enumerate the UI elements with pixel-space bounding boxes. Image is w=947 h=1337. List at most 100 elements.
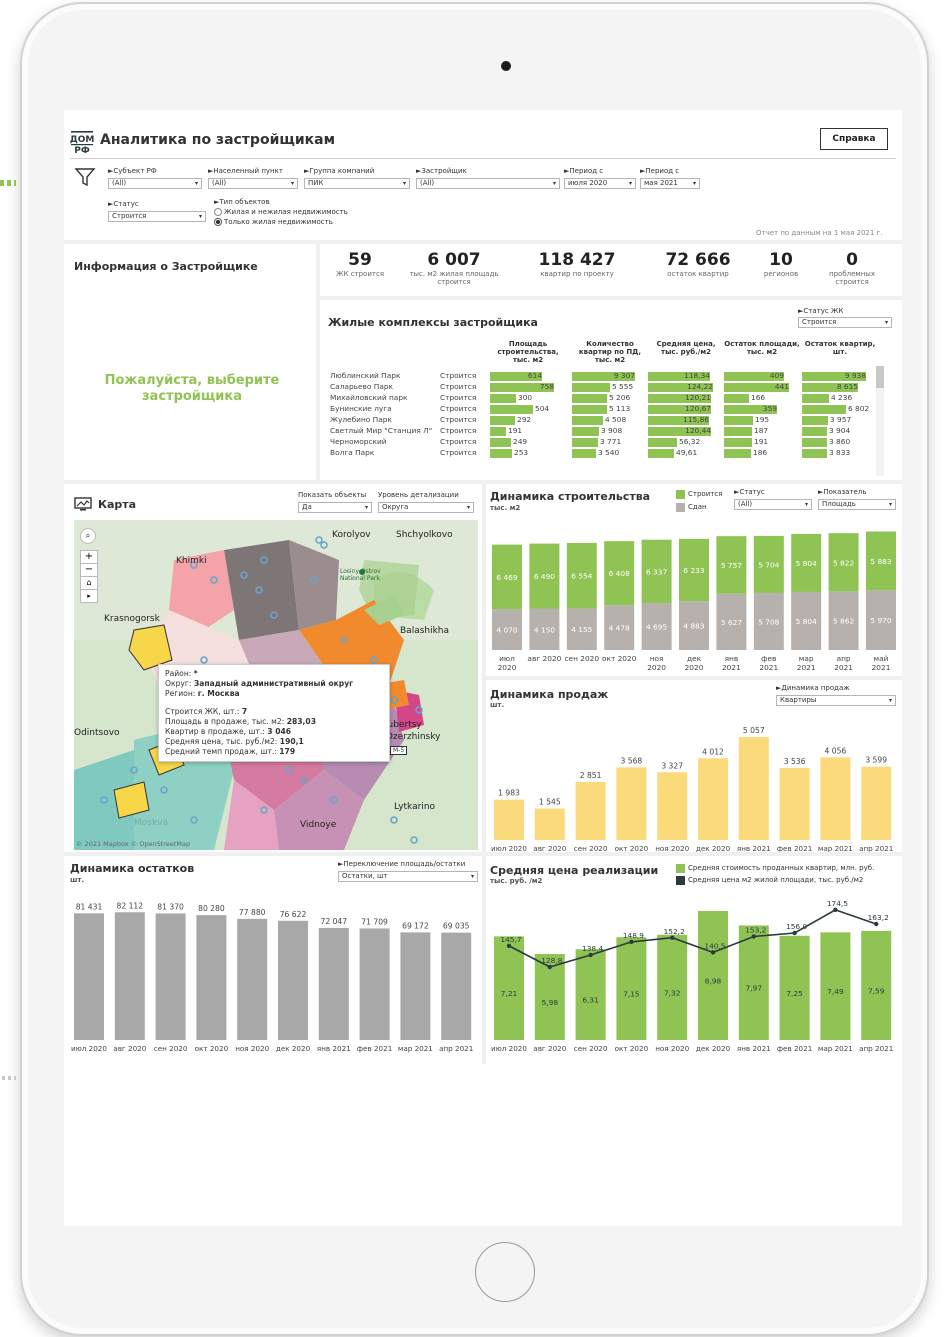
table-row[interactable]: Жулебино Парк Строится 292 4 508 115,86 195 3 … xyxy=(330,415,876,426)
tooltip-line-label: Площадь в продаже, тыс. м2: xyxy=(165,717,287,726)
filter-developer-dropdown[interactable]: (All) ▾ xyxy=(416,178,560,189)
avg-price-title: Средняя цена реализации xyxy=(490,864,659,877)
filter-period-to-dropdown[interactable]: мая 2021 ▾ xyxy=(640,178,700,189)
x-tick-label: дек 2020 xyxy=(276,1044,311,1053)
map-search-icon[interactable]: ⌕ xyxy=(80,528,96,544)
data-label: 82 112 xyxy=(117,901,144,910)
data-label: 292 xyxy=(517,415,532,424)
filter-period-to-label: ►Период с xyxy=(640,167,680,175)
data-label: 249 xyxy=(513,437,528,446)
bar xyxy=(738,925,769,1040)
remains-chart: 81 431 июл 2020 82 112 авг 2020 81 370 сен 20… xyxy=(71,901,473,1053)
data-bar xyxy=(490,438,511,447)
complex-status: Строится xyxy=(440,382,477,391)
filter-city-dropdown[interactable]: (All) ▾ xyxy=(208,178,298,189)
filter-subject-dropdown[interactable]: (All) ▾ xyxy=(108,178,202,189)
table-row[interactable]: Светлый Мир "Станция Л" Строится 191 3 908 1… xyxy=(330,426,876,437)
bar xyxy=(738,737,769,840)
remains-filter-dropdown[interactable]: Остатки, шт ▾ xyxy=(338,871,478,882)
sales-filter-dropdown[interactable]: Квартиры ▾ xyxy=(776,695,896,706)
filter-period-from-dropdown[interactable]: июля 2020 ▾ xyxy=(564,178,636,189)
data-label: 5 555 xyxy=(612,382,634,391)
radio-residential-mixed[interactable]: Жилая и нежилая недвижимость xyxy=(214,208,348,216)
data-label: 7,32 xyxy=(664,988,680,997)
tooltip-line-value: 283,03 xyxy=(286,717,316,726)
data-label: 71 709 xyxy=(361,917,388,926)
data-label: 72 047 xyxy=(321,917,348,926)
map-place-label: Korolyov xyxy=(332,530,371,540)
kpi-label: остаток квартир xyxy=(667,270,729,278)
legend-item-m2-price: Средняя цена м2 жилой площади, тыс. руб.… xyxy=(676,874,874,886)
map-zoom-in-button[interactable]: + xyxy=(80,550,98,564)
data-label: 4 012 xyxy=(702,747,724,756)
radio-residential-only[interactable]: Только жилая недвижимость xyxy=(214,218,333,226)
data-label: 3 860 xyxy=(829,437,851,446)
data-label: 5 113 xyxy=(609,404,631,413)
table-row[interactable]: Люблинский Парк Строится 614 9 307 118,34 409… xyxy=(330,371,876,382)
complex-status: Строится xyxy=(440,448,477,457)
data-label: 4 155 xyxy=(571,625,592,634)
construction-status-dropdown[interactable]: (All) ▾ xyxy=(734,499,812,510)
map-canvas[interactable]: ⌕ + − ⌂ ▸ Korolyov Shchyolkovo Khimki Losin… xyxy=(74,520,478,850)
map-detail-level-dropdown[interactable]: Округа ▾ xyxy=(378,502,474,513)
kpi-label: проблемных строится xyxy=(829,270,875,286)
line-label: 140,5 xyxy=(704,941,725,950)
remains-title: Динамика остатков xyxy=(70,862,195,875)
data-label: 614 xyxy=(527,371,542,380)
line-label: 156,0 xyxy=(786,922,807,931)
tooltip-line-label: Квартир в продаже, шт.: xyxy=(165,727,268,736)
legend-item-flat-price: Средняя стоимость проданных квартир, млн… xyxy=(676,862,874,874)
map-zoom-out-button[interactable]: − xyxy=(80,564,98,577)
help-button[interactable]: Справка xyxy=(820,128,888,150)
kpi-card: 118 427 квартир по проекту xyxy=(512,250,642,278)
data-label: 7,15 xyxy=(623,990,640,999)
filter-icon[interactable] xyxy=(74,166,96,192)
data-bar xyxy=(802,449,827,458)
bar xyxy=(359,928,390,1040)
data-bar xyxy=(490,416,515,425)
map-show-objects-dropdown[interactable]: Да ▾ xyxy=(298,502,372,513)
data-label: 7,59 xyxy=(868,986,885,995)
data-label: 118,34 xyxy=(684,371,710,380)
data-label: 8,98 xyxy=(705,976,722,985)
tooltip-line-value: 179 xyxy=(279,747,296,756)
table-scrollbar[interactable] xyxy=(876,366,884,476)
x-tick-label: янв 2021 xyxy=(317,1044,351,1053)
table-row[interactable]: Михайловский парк Строится 300 5 206 120,21 1… xyxy=(330,393,876,404)
data-label: 4 883 xyxy=(683,622,704,631)
construction-title: Динамика строительства xyxy=(490,490,651,503)
construction-indicator-dropdown[interactable]: Площадь ▾ xyxy=(818,499,896,510)
x-tick-label: окт 2020 xyxy=(602,654,637,663)
table-row[interactable]: Волга Парк Строится 253 3 540 49,61 186 3 833 xyxy=(330,448,876,459)
filter-group-dropdown[interactable]: ПИК ▾ xyxy=(304,178,410,189)
data-bar xyxy=(490,427,506,436)
x-tick-label: мар xyxy=(799,654,814,663)
table-row[interactable]: Саларьево Парк Строится 758 5 555 124,22 441 8… xyxy=(330,382,876,393)
line-point xyxy=(506,943,512,949)
complex-status-dropdown[interactable]: Строится ▾ xyxy=(798,317,892,328)
data-bar xyxy=(572,394,607,403)
data-label: 1 545 xyxy=(539,798,561,807)
data-label: 56,32 xyxy=(679,437,701,446)
table-row[interactable]: Черноморский Строится 249 3 771 56,32 191 3 86… xyxy=(330,437,876,448)
decor-dots xyxy=(2,1076,16,1080)
column-header: Остаток квартир, шт. xyxy=(804,340,876,356)
filter-status-dropdown[interactable]: Строится ▾ xyxy=(108,211,206,222)
data-label: 6 490 xyxy=(534,572,555,581)
map-home-icon[interactable]: ⌂ xyxy=(80,577,98,590)
bar xyxy=(861,766,892,840)
tooltip-line-label: Средний темп продаж, шт.: xyxy=(165,747,280,756)
data-label: 4 695 xyxy=(646,623,667,632)
bar xyxy=(196,915,227,1040)
table-row[interactable]: Бунинские луга Строится 504 5 113 120,67 359 6… xyxy=(330,404,876,415)
line-point xyxy=(670,935,675,940)
data-label: 77 880 xyxy=(239,908,266,917)
map-pan-icon[interactable]: ▸ xyxy=(80,590,98,603)
complex-status: Строится xyxy=(440,415,477,424)
home-button[interactable] xyxy=(475,1242,535,1302)
data-label: 2 851 xyxy=(580,771,602,780)
data-label: 186 xyxy=(753,448,768,457)
data-label: 124,22 xyxy=(687,382,713,391)
map-title: Карта xyxy=(98,498,137,511)
data-label: 7,49 xyxy=(827,987,844,996)
